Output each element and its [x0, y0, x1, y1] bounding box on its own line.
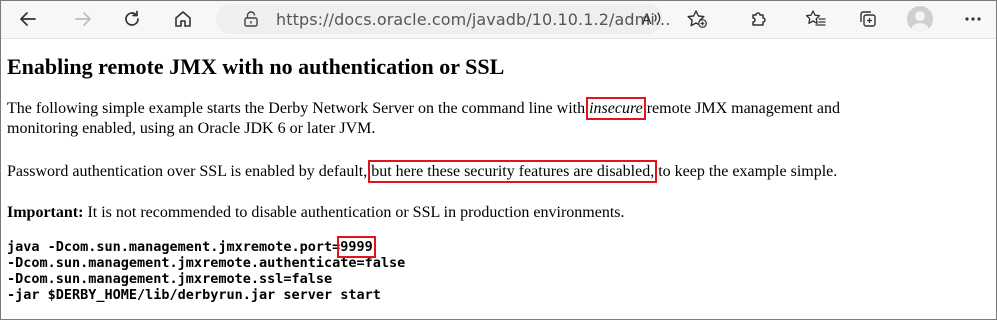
svg-text:A: A [642, 12, 652, 28]
page-heading: Enabling remote JMX with no authenticati… [7, 54, 505, 79]
intro-text-before: The following simple example starts the … [7, 100, 590, 117]
code-line-3: -Dcom.sun.management.jmxremote.ssl=false [7, 271, 333, 287]
add-favorite-button[interactable] [682, 5, 712, 33]
forward-arrow-icon [75, 12, 91, 26]
code-block: java -Dcom.sun.management.jmxremote.port… [7, 236, 406, 303]
url-text[interactable]: https://docs.oracle.com/javadb/10.10.1.2… [276, 10, 670, 29]
more-menu-icon [965, 17, 981, 21]
collections-icon [860, 11, 876, 27]
browser-window: https://docs.oracle.com/javadb/10.10.1.2… [0, 0, 997, 320]
avatar-shoulders [911, 23, 929, 32]
intro-paragraph-line2: monitoring enabled, using an Oracle JDK … [7, 120, 376, 137]
code-line-2: -Dcom.sun.management.jmxremote.authentic… [7, 255, 406, 271]
important-label: Important: [7, 204, 84, 221]
profile-avatar-icon[interactable] [907, 6, 933, 32]
refresh-icon [125, 10, 139, 26]
read-aloud-icon: A [642, 12, 661, 28]
important-note: Important: It is not recommended to disa… [7, 203, 625, 222]
highlight-port: 9999 [337, 236, 376, 258]
favorites-icon [805, 10, 826, 26]
extensions-icon [752, 12, 766, 26]
intro-text-after: remote JMX management and [642, 100, 840, 117]
home-icon [175, 11, 191, 27]
highlight-security-disabled: but here these security features are dis… [368, 160, 658, 183]
page-content: Enabling remote JMX with no authenticati… [1, 39, 996, 319]
address-bar[interactable]: https://docs.oracle.com/javadb/10.10.1.2… [216, 4, 670, 34]
back-button[interactable] [13, 5, 43, 33]
back-arrow-icon [20, 12, 36, 26]
refresh-button[interactable] [117, 5, 147, 33]
more-menu-button[interactable] [958, 5, 988, 33]
browser-toolbar: https://docs.oracle.com/javadb/10.10.1.2… [1, 1, 996, 39]
home-button[interactable] [168, 5, 198, 33]
lock-info-icon [244, 11, 258, 27]
ssl-text-after: to keep the example simple. [654, 163, 838, 180]
forward-button[interactable] [68, 5, 98, 33]
avatar-head [915, 11, 925, 21]
favorites-button[interactable] [801, 5, 831, 33]
code-line-4: -jar $DERBY_HOME/lib/derbyrun.jar server… [7, 287, 381, 303]
extensions-button[interactable] [744, 5, 774, 33]
site-info-button[interactable] [242, 10, 260, 33]
important-text: It is not recommended to disable authent… [83, 204, 625, 221]
code-line-1-before: java -Dcom.sun.management.jmxremote.port… [7, 239, 341, 255]
read-aloud-button[interactable]: A [637, 5, 667, 33]
highlight-insecure: insecure [586, 97, 646, 120]
intro-paragraph: The following simple example starts the … [7, 97, 840, 120]
collections-button[interactable] [853, 5, 883, 33]
ssl-text-before: Password authentication over SSL is enab… [7, 163, 372, 180]
ssl-paragraph: Password authentication over SSL is enab… [7, 160, 838, 183]
add-favorite-icon [687, 10, 707, 28]
